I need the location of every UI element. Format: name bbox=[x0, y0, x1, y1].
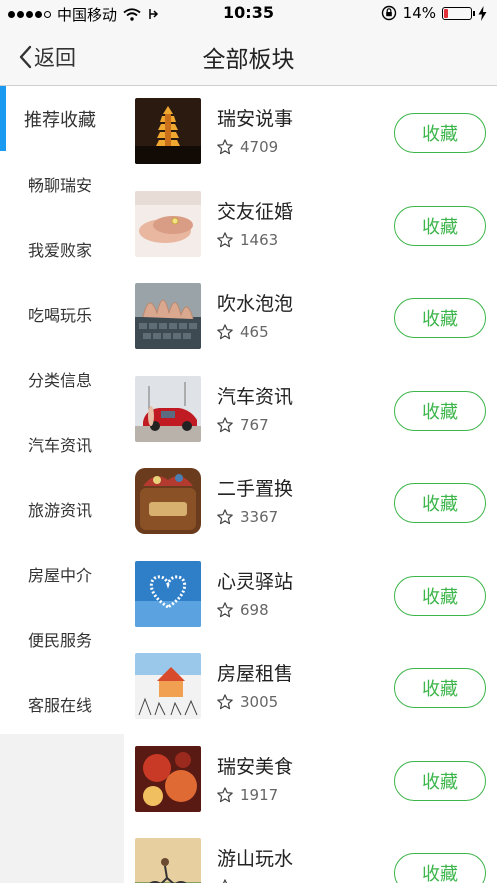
cyclist-photo bbox=[135, 838, 201, 883]
sidebar-category-label: 推荐收藏 bbox=[24, 109, 96, 131]
board-row[interactable]: 心灵驿站 698 收藏 bbox=[124, 551, 497, 643]
food-photo bbox=[135, 745, 201, 812]
favorite-button[interactable]: 收藏 bbox=[394, 390, 486, 431]
status-bar: 中国移动 10:35 14% bbox=[0, 0, 497, 28]
board-row[interactable]: 房屋租售 3005 收藏 bbox=[124, 643, 497, 735]
sidebar-category-item[interactable]: 畅聊瑞安 bbox=[0, 151, 124, 216]
sidebar-category-item[interactable]: 房屋中介 bbox=[0, 541, 124, 606]
board-meta: 1917 bbox=[216, 786, 278, 804]
rotation-lock-icon bbox=[381, 5, 396, 21]
sidebar-category-item[interactable]: 我爱败家 bbox=[0, 216, 124, 281]
sidebar-category-item[interactable]: 分类信息 bbox=[0, 346, 124, 411]
favorite-button[interactable]: 收藏 bbox=[394, 853, 486, 883]
board-row[interactable]: 交友征婚 1463 收藏 bbox=[124, 181, 497, 273]
board-name: 游山玩水 bbox=[217, 848, 294, 870]
star-icon bbox=[217, 416, 233, 432]
board-row[interactable]: 吹水泡泡 465 收藏 bbox=[124, 273, 497, 365]
sidebar-category-item[interactable]: 便民服务 bbox=[0, 606, 124, 671]
board-name: 吹水泡泡 bbox=[217, 293, 294, 315]
favorite-button[interactable]: 收藏 bbox=[394, 205, 486, 246]
favorite-button[interactable]: 收藏 bbox=[394, 298, 486, 338]
favorite-count: 767 bbox=[240, 415, 269, 434]
board-name: 心灵驿站 bbox=[217, 570, 294, 593]
status-right: 14% bbox=[381, 4, 487, 22]
star-icon bbox=[217, 601, 233, 617]
sidebar-category-label: 房屋中介 bbox=[28, 565, 93, 585]
star-icon bbox=[222, 879, 228, 883]
sidebar-category-item[interactable]: 客服在线 bbox=[0, 671, 124, 736]
board-row[interactable]: 游山玩水 收藏 bbox=[124, 828, 497, 883]
board-name: 房屋租售 bbox=[217, 663, 294, 685]
favorite-count: 1917 bbox=[240, 785, 279, 804]
sidebar-category-label: 吃喝玩乐 bbox=[28, 305, 93, 325]
board-meta: 698 bbox=[216, 601, 269, 619]
board-list: 瑞安说事 4709 收藏 交友征婚 1463 收藏 吹水泡泡 465 收藏 汽车资讯 767 收藏 二手… bbox=[124, 86, 497, 883]
charging-icon bbox=[478, 5, 487, 21]
sidebar-category-item[interactable]: 汽车资讯 bbox=[0, 411, 124, 476]
battery-percent: 14% bbox=[402, 4, 436, 22]
board-row[interactable]: 瑞安说事 4709 收藏 bbox=[124, 88, 497, 180]
sidebar-category-item[interactable]: 旅游资讯 bbox=[0, 476, 124, 541]
favorite-count: 465 bbox=[240, 323, 269, 341]
holding-hands-photo bbox=[135, 190, 201, 257]
board-name: 瑞安说事 bbox=[217, 108, 294, 130]
star-icon bbox=[217, 231, 233, 247]
board-meta: 3005 bbox=[216, 693, 278, 711]
star-icon bbox=[217, 139, 233, 155]
sidebar-category-label: 分类信息 bbox=[28, 370, 93, 390]
favorite-count: 4709 bbox=[240, 138, 279, 156]
sidebar-category-label: 汽车资讯 bbox=[28, 435, 93, 455]
favorite-count: 3367 bbox=[240, 508, 279, 526]
favorite-count: 698 bbox=[240, 600, 269, 619]
sidebar-category-label: 便民服务 bbox=[28, 630, 93, 650]
battery-icon bbox=[442, 6, 475, 20]
treasure-box-photo bbox=[135, 468, 201, 534]
favorite-button[interactable]: 收藏 bbox=[394, 575, 486, 616]
favorite-button[interactable]: 收藏 bbox=[394, 113, 486, 153]
board-meta: 1463 bbox=[216, 231, 278, 249]
board-row[interactable]: 汽车资讯 767 收藏 bbox=[124, 366, 497, 458]
star-icon bbox=[217, 509, 233, 525]
board-meta bbox=[216, 878, 240, 883]
sidebar-category-item[interactable]: 吃喝玩乐 bbox=[0, 281, 124, 346]
sidebar-category-label: 畅聊瑞安 bbox=[28, 175, 93, 195]
sidebar-category-label: 我爱败家 bbox=[28, 240, 93, 260]
star-icon bbox=[217, 694, 233, 710]
heart-sky-photo bbox=[135, 560, 201, 627]
board-row[interactable]: 瑞安美食 1917 收藏 bbox=[124, 736, 497, 828]
pagoda-night-photo bbox=[135, 98, 201, 164]
star-icon bbox=[217, 324, 233, 340]
board-name: 交友征婚 bbox=[217, 200, 294, 223]
board-meta: 4709 bbox=[216, 138, 278, 156]
board-name: 二手置换 bbox=[217, 478, 294, 500]
typing-keyboard-photo bbox=[135, 283, 201, 349]
favorite-count: 3005 bbox=[240, 693, 279, 711]
sidebar-category-item[interactable]: 推荐收藏 bbox=[0, 86, 124, 151]
board-meta: 767 bbox=[216, 416, 269, 434]
favorite-count: 1463 bbox=[240, 230, 279, 249]
red-car-photo bbox=[135, 375, 201, 442]
sidebar-category-label: 旅游资讯 bbox=[28, 500, 93, 520]
category-list: 推荐收藏畅聊瑞安我爱败家吃喝玩乐分类信息汽车资讯旅游资讯房屋中介便民服务客服在线 bbox=[0, 86, 124, 734]
sidebar-category-label: 客服在线 bbox=[28, 695, 93, 715]
board-name: 汽车资讯 bbox=[217, 385, 294, 408]
board-meta: 465 bbox=[216, 323, 269, 341]
page-title: 全部板块 bbox=[202, 47, 295, 73]
board-meta: 3367 bbox=[216, 508, 278, 526]
navigation-bar: 返回 全部板块 bbox=[0, 28, 497, 86]
category-sidebar: 推荐收藏畅聊瑞安我爱败家吃喝玩乐分类信息汽车资讯旅游资讯房屋中介便民服务客服在线 bbox=[0, 86, 124, 883]
board-name: 瑞安美食 bbox=[217, 755, 294, 778]
board-row[interactable]: 二手置换 3367 收藏 bbox=[124, 458, 497, 550]
favorite-button[interactable]: 收藏 bbox=[394, 668, 486, 708]
battery-level-fill bbox=[444, 8, 448, 18]
house-sketch-photo bbox=[135, 653, 201, 719]
favorite-button[interactable]: 收藏 bbox=[394, 760, 486, 801]
favorite-button[interactable]: 收藏 bbox=[394, 483, 486, 523]
star-icon bbox=[217, 786, 233, 802]
